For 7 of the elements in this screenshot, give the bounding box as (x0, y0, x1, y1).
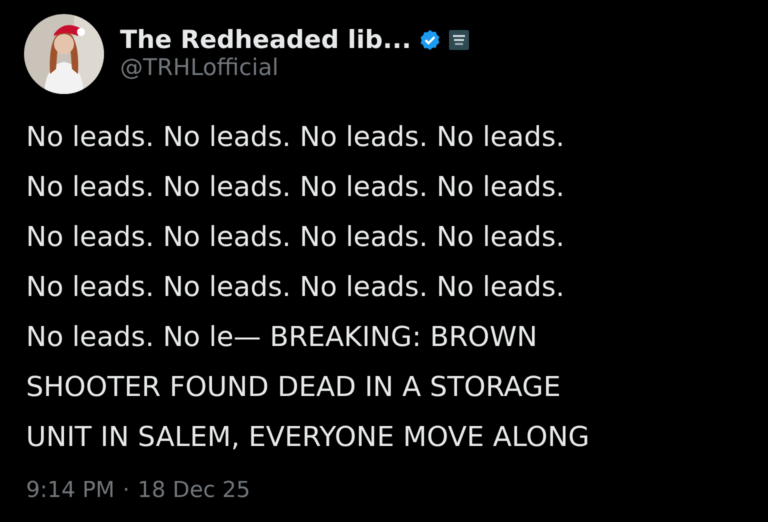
tweet-text: No leads. No leads. No leads. No leads. No leads. No leads. No leads. No leads. No leads. No leads. No leads. No leads. No leads. No leads. No leads. No leads. No leads. No le— BREAKING: BROWN SHOOTER FOUND DEAD IN A STORAGE UNIT IN SALEM, EVERYONE MOVE ALONG (26, 120, 590, 455)
user-handle[interactable]: @TRHLofficial (120, 55, 470, 83)
separator-dot: · (122, 477, 130, 505)
tweet-time[interactable]: 9:14 PM (26, 474, 115, 507)
user-name[interactable]: The Redheaded lib... (120, 25, 412, 56)
tweet-date[interactable]: 18 Dec 25 (138, 474, 250, 507)
affiliate-badge-icon (449, 30, 470, 50)
